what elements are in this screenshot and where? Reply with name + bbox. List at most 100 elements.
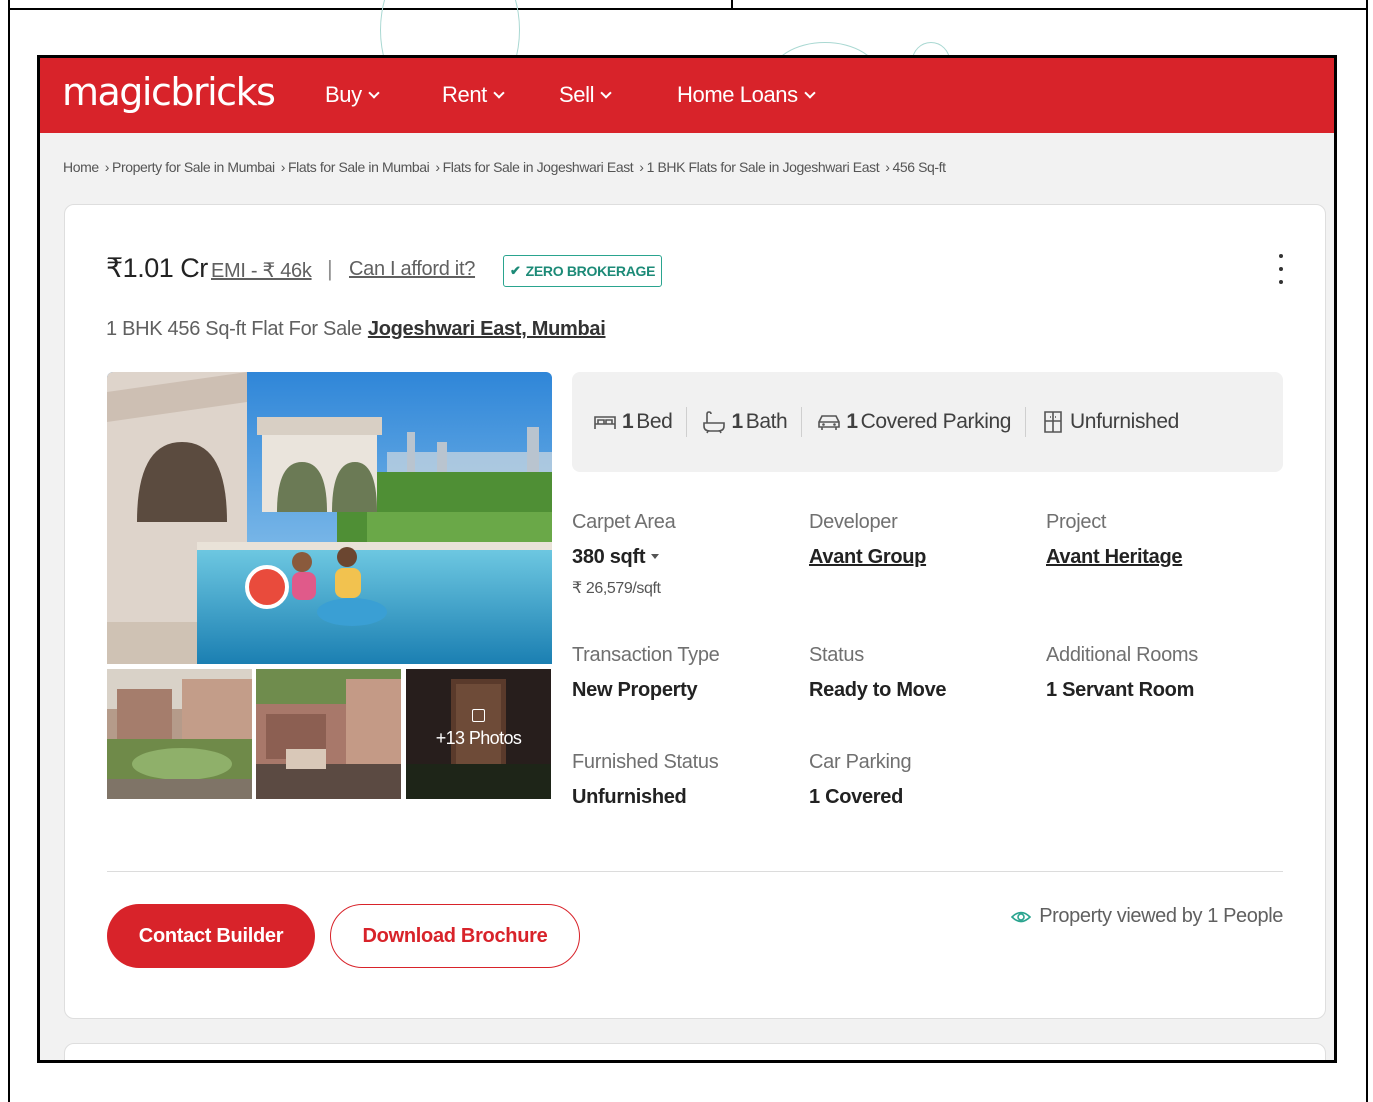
spec-label: Transaction Type <box>572 644 720 666</box>
image-icon <box>472 709 485 722</box>
spec-value: Ready to Move <box>809 679 947 701</box>
spec-value: Unfurnished <box>572 786 687 808</box>
spec-value: New Property <box>572 679 698 701</box>
divider <box>107 871 1283 872</box>
amenity-furnishing-label: Unfurnished <box>1070 410 1179 433</box>
zero-brokerage-badge: ✔ ZERO BROKERAGE <box>503 255 663 287</box>
chevron-down-icon <box>600 87 612 99</box>
spec-label: Status <box>809 644 864 666</box>
nav-rent[interactable]: Rent <box>442 82 505 108</box>
spec-additional-rooms: Additional Rooms 1 Servant Room <box>1046 644 1198 702</box>
amenity-bed-count: 1 <box>622 410 634 433</box>
carpet-area-select[interactable]: 380 sqft <box>572 546 675 569</box>
spec-label: Carpet Area <box>572 511 676 533</box>
nav-buy-label: Buy <box>325 82 362 107</box>
amenity-bath-label: Bath <box>745 410 788 433</box>
spec-value: 1 Servant Room <box>1046 679 1195 701</box>
spec-label: Developer <box>809 511 898 533</box>
chevron-down-icon <box>368 87 380 99</box>
more-options-icon[interactable] <box>1275 254 1287 284</box>
thumbnail-photo[interactable] <box>256 669 401 799</box>
spec-carpet-area: Carpet Area 380 sqft ₹ 26,579/sqft <box>572 511 676 598</box>
nav-sell[interactable]: Sell <box>559 82 612 108</box>
divider <box>801 407 803 437</box>
chevron-right-icon: › <box>280 159 286 175</box>
magicbricks-logo[interactable]: magicbricks <box>62 70 276 114</box>
spec-label: Additional Rooms <box>1046 644 1198 666</box>
chevron-right-icon: › <box>435 159 440 175</box>
browser-screen: magicbricks Buy Rent Sell Home Loans Hom… <box>37 55 1337 1063</box>
property-title: 1 BHK 456 Sq-ft Flat For Sale <box>106 318 362 340</box>
developer-link[interactable]: Avant Group <box>809 546 926 569</box>
top-rule <box>8 8 1368 10</box>
nav-sell-label: Sell <box>559 82 595 107</box>
bed-icon <box>594 416 616 429</box>
furniture-icon <box>1044 411 1062 433</box>
views-text: Property viewed by 1 People <box>1039 905 1283 927</box>
spec-label: Furnished Status <box>572 751 719 773</box>
emi-link[interactable]: EMI - ₹ 46k <box>211 258 312 283</box>
chevron-right-icon: › <box>104 159 110 175</box>
spec-car-parking: Car Parking 1 Covered <box>809 751 912 809</box>
separator: | <box>327 256 333 281</box>
bath-icon <box>703 411 726 434</box>
amenity-parking: 1 Covered Parking <box>816 409 1011 435</box>
top-navigation-bar: magicbricks Buy Rent Sell Home Loans <box>40 58 1334 133</box>
location-link[interactable]: Jogeshwari East, Mumbai <box>368 318 606 340</box>
amenity-bed-label: Bed <box>636 410 673 433</box>
nav-home-loans-label: Home Loans <box>677 82 798 107</box>
amenity-bed: 1 Bed <box>592 409 673 435</box>
photos-count: +13 Photos <box>435 728 522 748</box>
breadcrumb-flats-jogeshwari[interactable]: Flats for Sale in Jogeshwari East <box>443 159 634 175</box>
afford-link[interactable]: Can I afford it? <box>349 258 475 281</box>
chevron-down-icon <box>804 87 816 99</box>
breadcrumb-home[interactable]: Home <box>63 159 99 175</box>
spec-furnished-status: Furnished Status Unfurnished <box>572 751 719 809</box>
check-icon: ✔ <box>510 263 521 278</box>
divider <box>1025 407 1027 437</box>
spec-project: Project Avant Heritage <box>1046 511 1183 569</box>
contact-builder-button[interactable]: Contact Builder <box>107 904 315 968</box>
main-photo[interactable] <box>107 372 552 664</box>
next-property-card <box>64 1043 1326 1060</box>
chevron-right-icon: › <box>885 159 890 175</box>
breadcrumb-1bhk-jogeshwari[interactable]: 1 BHK Flats for Sale in Jogeshwari East <box>647 159 880 175</box>
zero-brokerage-label: ZERO BROKERAGE <box>525 263 656 279</box>
chevron-down-icon <box>493 87 505 99</box>
breadcrumb-current: 456 Sq-ft <box>892 159 946 175</box>
amenity-furnishing: Unfurnished <box>1040 409 1179 435</box>
breadcrumb: Home › Property for Sale in Mumbai › Flats f… <box>63 159 946 175</box>
spec-label: Project <box>1046 511 1107 533</box>
spec-value: 1 Covered <box>809 786 904 808</box>
property-card: ₹1.01 Cr EMI - ₹ 46k | Can I afford it? … <box>64 204 1326 1019</box>
property-subtitle: 1 BHK 456 Sq-ft Flat For Sale Jogeshwari … <box>106 318 606 341</box>
nav-home-loans[interactable]: Home Loans <box>677 82 816 108</box>
views-counter: Property viewed by 1 People <box>1011 905 1283 928</box>
caret-down-icon <box>651 554 660 559</box>
amenity-bath: 1 Bath <box>701 409 788 435</box>
download-brochure-button[interactable]: Download Brochure <box>330 904 580 968</box>
spec-value: 380 sqft <box>572 546 646 568</box>
amenity-bath-count: 1 <box>731 410 743 433</box>
car-icon <box>818 415 841 430</box>
photos-overlay: +13 Photos <box>406 669 551 799</box>
price-per-sqft: ₹ 26,579/sqft <box>572 580 661 597</box>
divider <box>686 407 688 437</box>
spec-label: Car Parking <box>809 751 912 773</box>
breadcrumb-property-mumbai[interactable]: Property for Sale in Mumbai <box>112 159 275 175</box>
nav-buy[interactable]: Buy <box>325 82 380 108</box>
spec-status: Status Ready to Move <box>809 644 947 702</box>
amenity-parking-label: Covered Parking <box>860 410 1012 433</box>
amenity-parking-count: 1 <box>846 410 858 433</box>
top-divider <box>731 0 733 10</box>
chevron-right-icon: › <box>639 159 644 175</box>
spec-transaction-type: Transaction Type New Property <box>572 644 720 702</box>
thumbnail-photo[interactable] <box>107 669 252 799</box>
price: ₹1.01 Cr <box>106 253 208 283</box>
more-photos-thumbnail[interactable]: +13 Photos <box>406 669 551 799</box>
breadcrumb-flats-mumbai[interactable]: Flats for Sale in Mumbai <box>288 159 430 175</box>
spec-developer: Developer Avant Group <box>809 511 926 569</box>
amenity-summary: 1 Bed 1 Bath 1 Covered Parking Unfurnished <box>572 372 1283 472</box>
nav-rent-label: Rent <box>442 82 487 107</box>
project-link[interactable]: Avant Heritage <box>1046 546 1183 569</box>
